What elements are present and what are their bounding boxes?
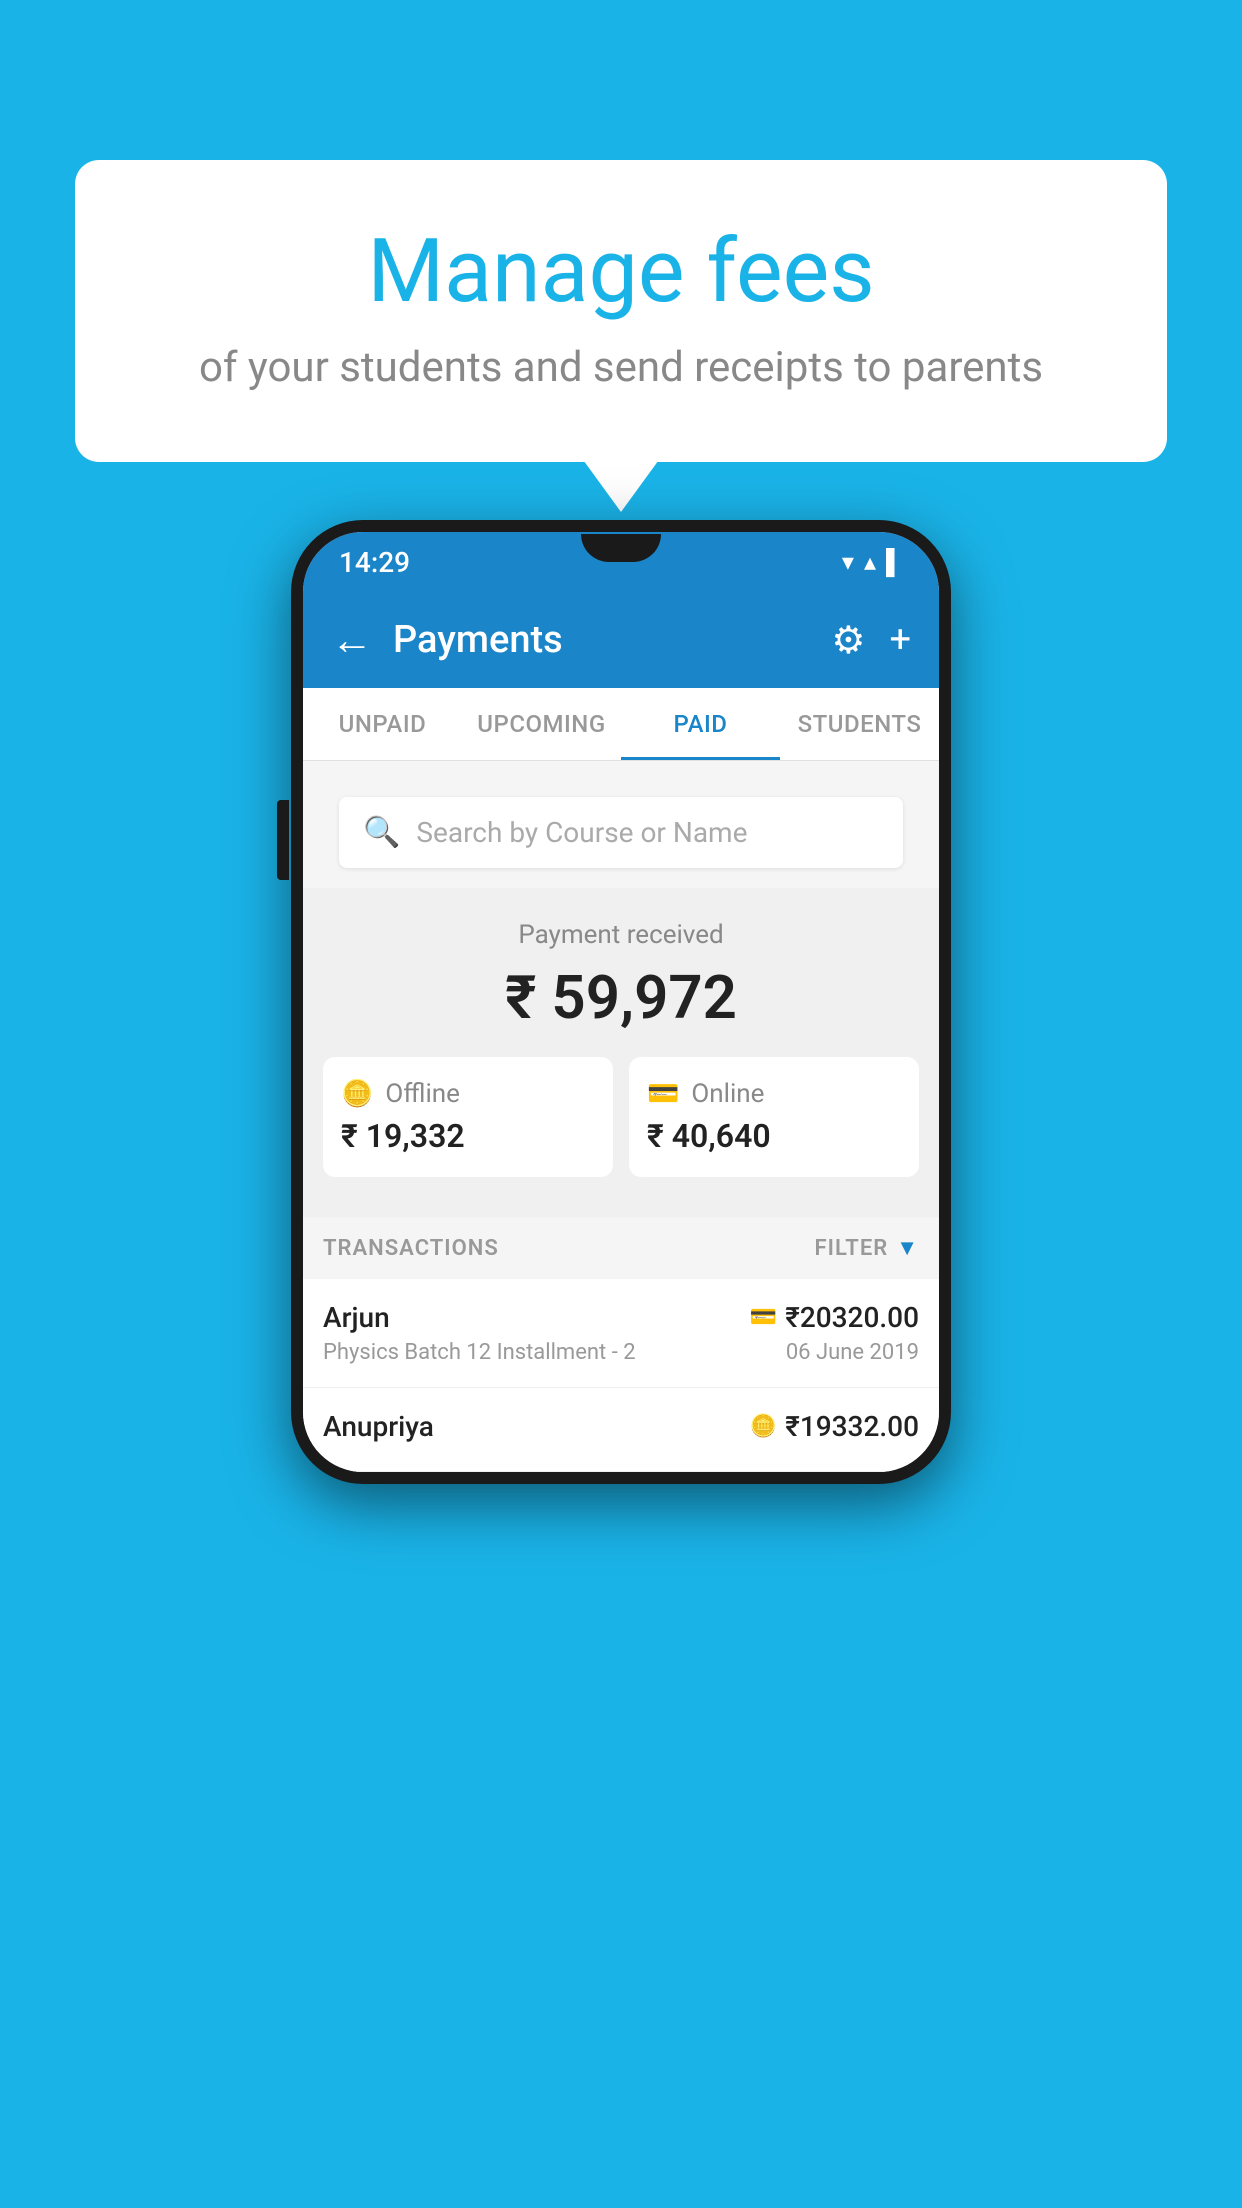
app-bar: ← Payments ⚙ + — [303, 592, 939, 688]
offline-label: Offline — [385, 1079, 460, 1109]
transaction-name: Arjun — [323, 1301, 390, 1334]
transaction-amount-row: 🪙 ₹19332.00 — [750, 1410, 919, 1443]
speech-bubble-title: Manage fees — [155, 220, 1087, 323]
tab-students[interactable]: STUDENTS — [780, 688, 939, 760]
search-bar[interactable]: 🔍 Search by Course or Name — [339, 797, 903, 868]
filter-button[interactable]: FILTER ▼ — [815, 1235, 919, 1261]
transaction-pay-icon: 🪙 — [750, 1414, 777, 1439]
speech-bubble-container: Manage fees of your students and send re… — [75, 160, 1167, 462]
speech-bubble: Manage fees of your students and send re… — [75, 160, 1167, 462]
transaction-row[interactable]: Anupriya 🪙 ₹19332.00 — [303, 1388, 939, 1472]
online-card-header: 💳 Online — [647, 1079, 901, 1109]
transaction-amount: ₹19332.00 — [785, 1410, 919, 1443]
tab-upcoming[interactable]: UPCOMING — [462, 688, 621, 760]
wifi-icon: ▾ — [842, 548, 854, 576]
back-button[interactable]: ← — [331, 616, 373, 665]
payment-total-amount: ₹ 59,972 — [323, 962, 919, 1033]
payment-cards: 🪙 Offline ₹ 19,332 💳 Online ₹ 40,640 — [323, 1057, 919, 1177]
speech-bubble-subtitle: of your students and send receipts to pa… — [155, 343, 1087, 392]
offline-card-header: 🪙 Offline — [341, 1079, 595, 1109]
transaction-pay-icon: 💳 — [750, 1305, 777, 1330]
search-icon: 🔍 — [363, 815, 400, 850]
online-amount: ₹ 40,640 — [647, 1117, 901, 1155]
offline-icon: 🪙 — [341, 1079, 373, 1109]
settings-icon[interactable]: ⚙ — [831, 618, 865, 663]
add-icon[interactable]: + — [889, 618, 911, 662]
phone-container: 14:29 ▾ ▴ ▌ ← Payments ⚙ + UNPAID — [291, 520, 951, 1484]
search-placeholder: Search by Course or Name — [416, 816, 747, 849]
transaction-date: 06 June 2019 — [786, 1340, 919, 1365]
phone-screen: 14:29 ▾ ▴ ▌ ← Payments ⚙ + UNPAID — [303, 532, 939, 1472]
transactions-header: TRANSACTIONS FILTER ▼ — [303, 1217, 939, 1279]
online-label: Online — [691, 1079, 764, 1109]
summary-section: Payment received ₹ 59,972 🪙 Offline ₹ 19… — [303, 888, 939, 1217]
status-time: 14:29 — [339, 546, 410, 579]
filter-icon: ▼ — [896, 1235, 919, 1261]
tab-paid[interactable]: PAID — [621, 688, 780, 760]
transaction-amount-row: 💳 ₹20320.00 — [750, 1301, 919, 1334]
transaction-row[interactable]: Arjun 💳 ₹20320.00 Physics Batch 12 Insta… — [303, 1279, 939, 1388]
transaction-row-top: Arjun 💳 ₹20320.00 — [323, 1301, 919, 1334]
offline-card: 🪙 Offline ₹ 19,332 — [323, 1057, 613, 1177]
battery-icon: ▌ — [886, 548, 903, 577]
transaction-row-top: Anupriya 🪙 ₹19332.00 — [323, 1410, 919, 1443]
transactions-label: TRANSACTIONS — [323, 1236, 499, 1261]
status-icons: ▾ ▴ ▌ — [842, 548, 903, 577]
offline-amount: ₹ 19,332 — [341, 1117, 595, 1155]
app-bar-actions: ⚙ + — [831, 618, 911, 663]
tab-unpaid[interactable]: UNPAID — [303, 688, 462, 760]
transaction-detail: Physics Batch 12 Installment - 2 — [323, 1340, 636, 1365]
online-icon: 💳 — [647, 1079, 679, 1109]
transaction-amount: ₹20320.00 — [785, 1301, 919, 1334]
tabs-bar: UNPAID UPCOMING PAID STUDENTS — [303, 688, 939, 761]
phone: 14:29 ▾ ▴ ▌ ← Payments ⚙ + UNPAID — [291, 520, 951, 1484]
filter-label: FILTER — [815, 1236, 889, 1261]
transaction-row-bottom: Physics Batch 12 Installment - 2 06 June… — [323, 1340, 919, 1365]
app-bar-title: Payments — [393, 618, 811, 662]
online-card: 💳 Online ₹ 40,640 — [629, 1057, 919, 1177]
payment-received-label: Payment received — [323, 920, 919, 950]
transaction-name: Anupriya — [323, 1410, 434, 1443]
signal-icon: ▴ — [864, 548, 876, 576]
